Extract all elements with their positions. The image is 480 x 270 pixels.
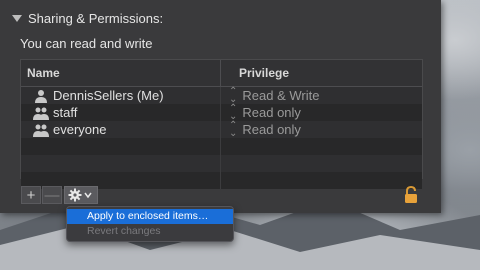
table-row[interactable]: DennisSellers (Me) ⌃ ⌄ Read & Write (21, 85, 422, 105)
group-icon (33, 106, 49, 120)
sharing-permissions-panel: Sharing & Permissions: You can read and … (0, 0, 441, 213)
chevron-updown-icon: ⌃ ⌄ (229, 85, 238, 105)
section-title: Sharing & Permissions: (28, 11, 164, 26)
table-header: Name Privilege (21, 60, 422, 87)
menu-item-apply-to-enclosed[interactable]: Apply to enclosed items… (67, 209, 233, 224)
name-cell: DennisSellers (Me) (21, 87, 221, 104)
group-name: everyone (53, 122, 107, 137)
privilege-select[interactable]: ⌃ ⌄ Read only (221, 102, 422, 122)
gear-icon (68, 188, 92, 202)
remove-button[interactable]: — (42, 186, 62, 204)
chevron-updown-icon: ⌃ ⌄ (229, 119, 238, 139)
action-menu-button[interactable] (64, 186, 98, 204)
name-cell: staff (21, 104, 221, 121)
disclosure-triangle-icon[interactable] (12, 15, 22, 22)
user-name: DennisSellers (Me) (53, 88, 164, 103)
action-popup-menu: Apply to enclosed items… Revert changes (66, 206, 234, 242)
group-name: staff (53, 105, 78, 120)
privilege-value: Read only (242, 122, 301, 137)
empty-row (21, 155, 422, 172)
chevron-updown-icon: ⌃ ⌄ (229, 102, 238, 122)
name-cell: everyone (21, 121, 221, 138)
column-header-privilege[interactable]: Privilege (221, 60, 422, 86)
table-row[interactable]: staff ⌃ ⌄ Read only (21, 102, 422, 122)
privilege-value: Read & Write (242, 88, 320, 103)
privilege-value: Read only (242, 105, 301, 120)
lock-icon[interactable] (404, 185, 418, 204)
access-summary: You can read and write (20, 36, 153, 51)
column-header-name[interactable]: Name (21, 60, 221, 86)
privilege-select[interactable]: ⌃ ⌄ Read only (221, 119, 422, 139)
permissions-table: Name Privilege DennisSellers (Me) ⌃ ⌄ Rea… (20, 59, 423, 189)
privilege-select[interactable]: ⌃ ⌄ Read & Write (221, 85, 422, 105)
section-header[interactable]: Sharing & Permissions: (12, 11, 163, 26)
menu-item-revert-changes[interactable]: Revert changes (67, 224, 233, 239)
empty-row (21, 138, 422, 155)
table-row[interactable]: everyone ⌃ ⌄ Read only (21, 119, 422, 139)
add-button[interactable]: + (21, 186, 41, 204)
user-icon (33, 89, 49, 103)
group-icon (33, 123, 49, 137)
